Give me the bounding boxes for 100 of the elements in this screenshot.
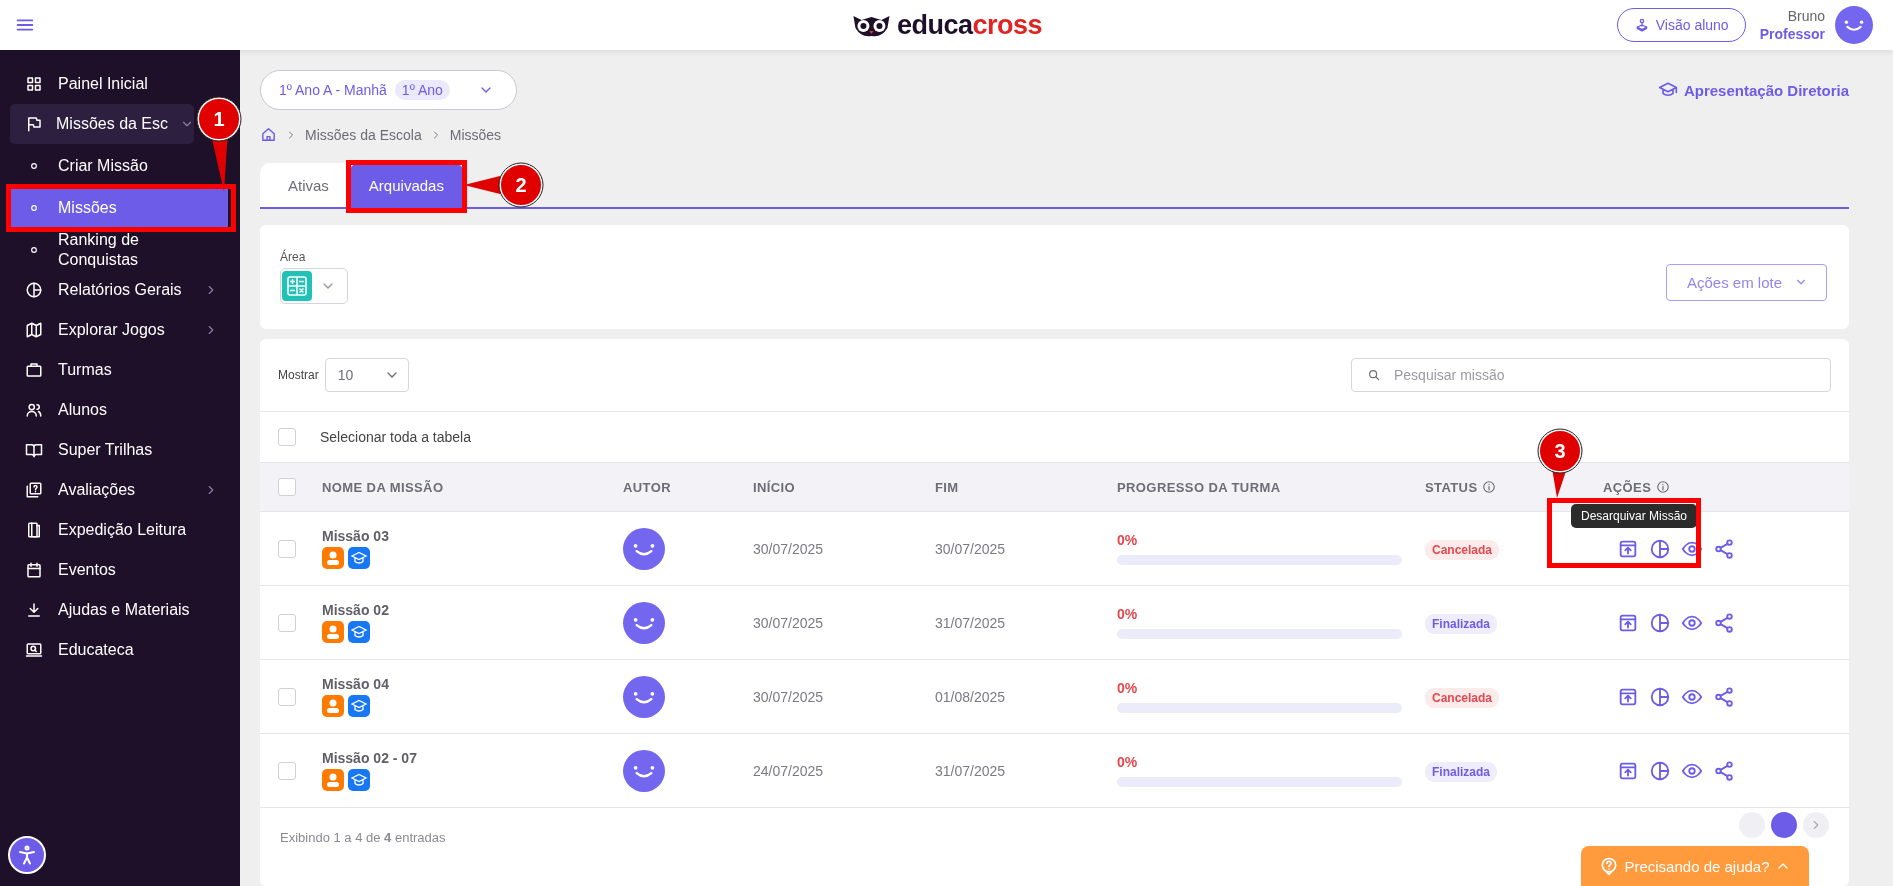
mission-name: Missão 02 - 07 [322, 750, 418, 766]
calendar-icon [25, 561, 43, 579]
info-icon [1656, 480, 1671, 494]
person-tag-icon [322, 547, 344, 569]
share-button[interactable] [1713, 685, 1735, 708]
sidebar-item[interactable]: Avaliações [10, 470, 228, 510]
sidebar-item[interactable]: Educateca [10, 630, 228, 670]
share-icon [1713, 611, 1735, 634]
progress-percent: 0% [1117, 680, 1139, 696]
column-header: STATUS [1425, 479, 1478, 495]
search-field[interactable]: Pesquisar missão [1351, 358, 1831, 392]
mission-name: Missão 03 [322, 528, 390, 544]
checkbox[interactable] [278, 687, 296, 706]
start-date: 30/07/2025 [753, 540, 825, 557]
share-icon [1713, 685, 1735, 708]
pie-chart-icon [1649, 759, 1671, 782]
column-header: NOME DA MISSÃO [322, 479, 444, 495]
start-date: 30/07/2025 [753, 688, 825, 705]
share-icon [1713, 537, 1735, 560]
pie-chart-icon [25, 281, 43, 299]
share-button[interactable] [1713, 611, 1735, 634]
sidebar-item[interactable]: Ajudas e Materiais [10, 590, 228, 630]
book-icon [25, 521, 43, 539]
person-tag-icon [322, 621, 344, 643]
sidebar-item[interactable]: Turmas [10, 350, 228, 390]
author-avatar [623, 675, 665, 718]
presentation-link[interactable]: Apresentação Diretoria [1657, 80, 1849, 100]
progress-percent: 0% [1117, 754, 1139, 770]
person-tag-icon [322, 769, 344, 791]
grid-icon [25, 75, 43, 93]
sidebar-item[interactable]: Alunos [10, 390, 228, 430]
column-header: AÇÕES [1603, 479, 1652, 495]
avatar [1835, 6, 1873, 44]
column-header: FIM [935, 479, 959, 495]
end-date: 01/08/2025 [935, 688, 1007, 705]
pie-chart-button[interactable] [1649, 537, 1671, 560]
checkbox[interactable] [278, 761, 296, 780]
pie-chart-button[interactable] [1649, 685, 1671, 708]
pie-chart-icon [1649, 685, 1671, 708]
breadcrumb-item[interactable]: Missões da Escola [305, 126, 422, 143]
start-date: 24/07/2025 [753, 762, 825, 779]
briefcase-icon [25, 361, 43, 379]
end-date: 31/07/2025 [935, 762, 1007, 779]
author-avatar [623, 749, 665, 792]
show-label: Mostrar [278, 368, 319, 382]
open-book-icon [25, 441, 43, 459]
page-size-dropdown[interactable]: 10 [324, 358, 409, 392]
user-name: Bruno [1787, 7, 1825, 25]
home-icon [260, 126, 277, 143]
question-card-icon [25, 481, 43, 499]
checkbox[interactable] [278, 613, 296, 632]
column-header: PROGRESSO DA TURMA [1117, 479, 1281, 495]
graduation-cap-tag-icon [348, 621, 370, 643]
user-role: Professor [1759, 25, 1825, 43]
checkbox[interactable] [278, 428, 296, 446]
progress-percent: 0% [1117, 532, 1139, 548]
pie-chart-icon [1649, 611, 1671, 634]
end-date: 31/07/2025 [935, 614, 1007, 631]
class-selector[interactable]: 1º Ano A - Manhã 1º Ano [260, 70, 517, 110]
status-tag: Cancelada [1425, 539, 1500, 560]
mission-name: Missão 04 [322, 676, 390, 692]
area-label: Área [280, 250, 307, 264]
graduation-cap-tag-icon [348, 769, 370, 791]
sidebar-item[interactable]: Eventos [10, 550, 228, 590]
checkbox[interactable] [278, 478, 296, 497]
graduation-cap-tag-icon [348, 695, 370, 717]
status-tag: Finalizada [1425, 613, 1497, 634]
tab[interactable]: Ativas [268, 163, 349, 207]
end-date: 30/07/2025 [935, 540, 1007, 557]
select-all-label: Selecionar toda a tabela [320, 429, 471, 445]
pie-chart-button[interactable] [1649, 759, 1671, 782]
breadcrumb-item[interactable]: Missões [449, 126, 502, 143]
tooltip: Desarquivar Missão [1571, 503, 1698, 528]
download-icon [25, 601, 43, 619]
sidebar-item[interactable]: Super Trilhas [10, 430, 228, 470]
logo-text: educacross [896, 9, 1043, 41]
tab[interactable]: Arquivadas [348, 163, 464, 207]
share-button[interactable] [1713, 759, 1735, 782]
sidebar-item[interactable]: Ranking de Conquistas [10, 230, 228, 270]
sidebar-item[interactable]: Expedição Leitura [10, 510, 228, 550]
share-button[interactable] [1713, 537, 1735, 560]
sidebar-item[interactable]: Relatórios Gerais [10, 270, 228, 310]
accessibility-button[interactable] [8, 836, 46, 874]
pie-chart-icon [1649, 537, 1671, 560]
current-page-button[interactable] [1771, 812, 1797, 838]
pie-chart-button[interactable] [1649, 611, 1671, 634]
entries-info: Exibindo 1 a 4 de 4 entradas [280, 830, 446, 845]
sidebar-item[interactable]: Explorar Jogos [10, 310, 228, 350]
author-avatar [623, 527, 665, 570]
column-header: AUTOR [623, 479, 671, 495]
column-header: INÍCIO [753, 479, 796, 495]
monitor-search-icon [25, 641, 43, 659]
status-tag: Finalizada [1425, 761, 1497, 782]
start-date: 30/07/2025 [753, 614, 825, 631]
status-tag: Cancelada [1425, 687, 1500, 708]
sidebar-item[interactable]: Missões da Esc [10, 104, 194, 144]
graduation-cap-tag-icon [348, 547, 370, 569]
sidebar-item[interactable]: Missões [10, 188, 228, 228]
info-icon [1482, 480, 1497, 494]
checkbox[interactable] [278, 539, 296, 558]
